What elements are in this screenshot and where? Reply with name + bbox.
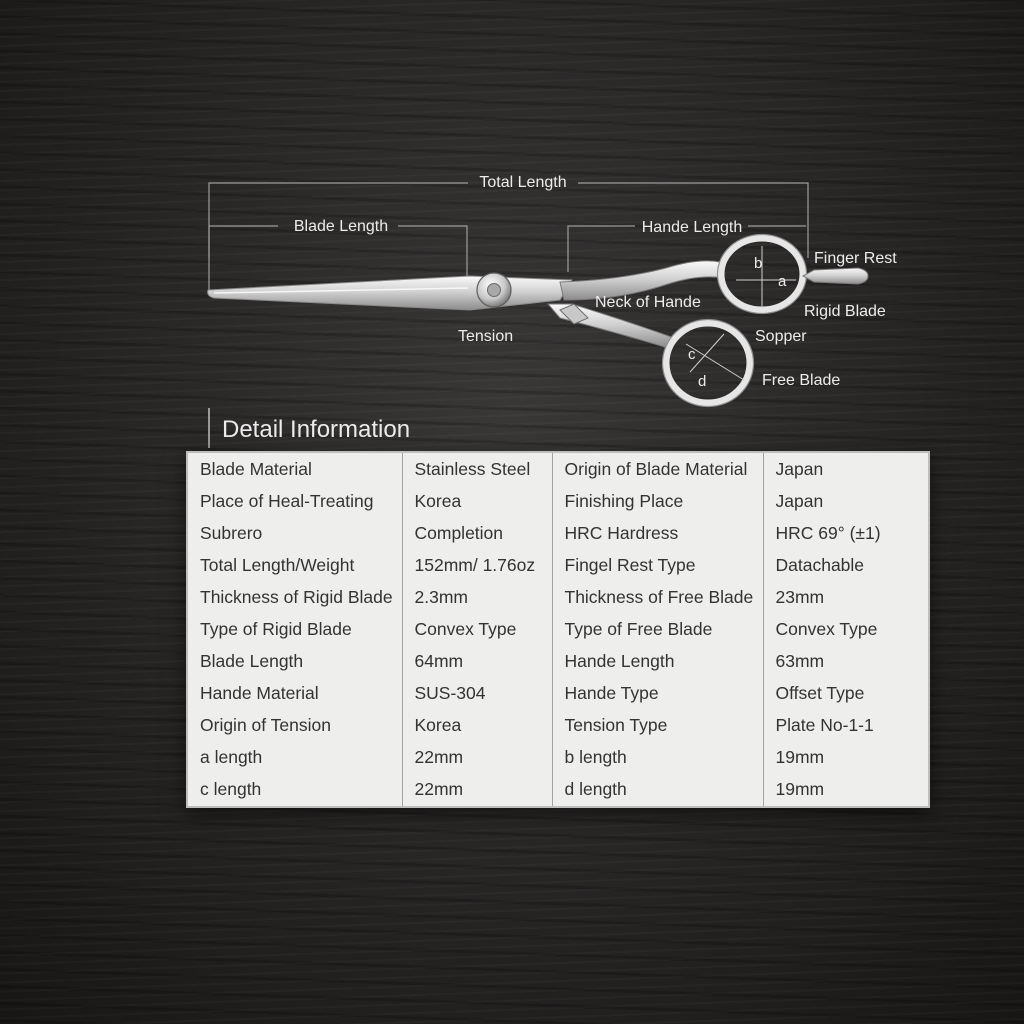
table-row: Place of Heal-Treating Korea Finishing Pla… (188, 485, 932, 518)
table-row: Hande Material SUS-304 Hande Type Offset Ty… (188, 677, 932, 710)
table-row: Origin of Tension Korea Tension Type Plate … (188, 709, 932, 742)
spec-label-cell: Subrero (200, 522, 263, 543)
spec-value-cell: Korea (401, 485, 552, 518)
ring-c-label: c (688, 346, 696, 363)
spec-label-cell: Type of Rigid Blade (200, 618, 352, 639)
spec-label-cell: Origin of Blade Material (551, 453, 763, 486)
spec-label-cell: Origin of Tension (200, 715, 332, 736)
spec-label-cell: c length (200, 779, 262, 800)
table-row: a length 22mm b length 19mm (188, 741, 932, 774)
spec-label-cell: Total Length/Weight (200, 554, 355, 575)
table-row: Blade Length 64mm Hande Length 63mm (188, 645, 932, 678)
spec-value-cell: Convex Type (762, 613, 932, 646)
spec-label-cell: d length (551, 773, 763, 806)
spec-label-cell: Thickness of Free Blade (551, 581, 763, 614)
tension-label: Tension (458, 328, 513, 345)
ring-a-label: a (778, 273, 787, 290)
table-row: Subrero Completion HRC Hardress HRC 69° (±1… (188, 517, 932, 550)
spec-value-cell: 23mm (762, 581, 932, 614)
spec-value-cell: 19mm (762, 773, 932, 806)
spec-label-cell: Type of Free Blade (551, 613, 763, 646)
spec-label-cell: Tension Type (551, 709, 763, 742)
spec-label-cell: Hande Type (551, 677, 763, 710)
table-row: Type of Rigid Blade Convex Type Type of Fr… (188, 613, 932, 646)
blade-length-label: Blade Length (294, 218, 388, 235)
spec-label-cell: Place of Heal-Treating (200, 490, 374, 511)
spec-value-cell: Stainless Steel (401, 453, 552, 486)
spec-value-cell: Datachable (762, 549, 932, 582)
rigid-blade-label: Rigid Blade (804, 303, 886, 320)
stopper-label: Sopper (755, 328, 807, 345)
spec-label-cell: Blade Length (200, 651, 304, 671)
spec-label-cell: Finishing Place (551, 485, 763, 518)
ring-b-label: b (754, 255, 762, 272)
spec-value-cell: 64mm (401, 645, 552, 678)
spec-value-cell: SUS-304 (401, 677, 552, 710)
spec-label-cell: Fingel Rest Type (551, 549, 763, 582)
spec-value-cell: Completion (401, 517, 552, 550)
spec-value-cell: 22mm (401, 773, 552, 806)
finger-rest-label: Finger Rest (814, 250, 897, 267)
spec-label-cell: HRC Hardress (551, 517, 763, 550)
spec-table-body: Blade Material Stainless Steel Origin of B… (188, 453, 932, 806)
spec-value-cell: Japan (762, 485, 932, 518)
free-blade-label: Free Blade (762, 372, 840, 389)
spec-value-cell: 152mm/ 1.76oz (401, 549, 552, 582)
spec-label-cell: Thickness of Rigid Blade (200, 586, 393, 607)
spec-value-cell: Korea (401, 709, 552, 742)
ring-d-label: d (698, 373, 706, 390)
spec-value-cell: 19mm (762, 741, 932, 774)
table-row: c length 22mm d length 19mm (188, 773, 932, 806)
detail-information-title: Detail Information (208, 408, 410, 448)
table-row: Total Length/Weight 152mm/ 1.76oz Fingel R… (188, 549, 932, 582)
spec-value-cell: Offset Type (762, 677, 932, 710)
table-row: Thickness of Rigid Blade 2.3mm Thickness o… (188, 581, 932, 614)
handle-length-label: Hande Length (642, 219, 743, 236)
spec-label-cell: a length (200, 747, 263, 768)
spec-value-cell: 2.3mm (401, 581, 552, 614)
total-length-label: Total Length (479, 174, 566, 191)
spec-value-cell: HRC 69° (±1) (762, 517, 932, 550)
spec-value-cell: Japan (762, 453, 932, 486)
spec-table: Blade Material Stainless Steel Origin of B… (186, 451, 932, 808)
spec-value-cell: 63mm (762, 645, 932, 678)
spec-label-cell: Blade Material (200, 458, 312, 479)
spec-value-cell: 22mm (401, 741, 552, 774)
spec-label-cell: Hande Length (551, 645, 763, 678)
spec-value-cell: Plate No-1-1 (762, 709, 932, 742)
table-row: Blade Material Stainless Steel Origin of B… (188, 453, 932, 486)
spec-value-cell: Convex Type (401, 613, 552, 646)
spec-label-cell: b length (551, 741, 763, 774)
spec-label-cell: Hande Material (200, 683, 319, 704)
neck-of-handle-label: Neck of Hande (595, 294, 701, 311)
